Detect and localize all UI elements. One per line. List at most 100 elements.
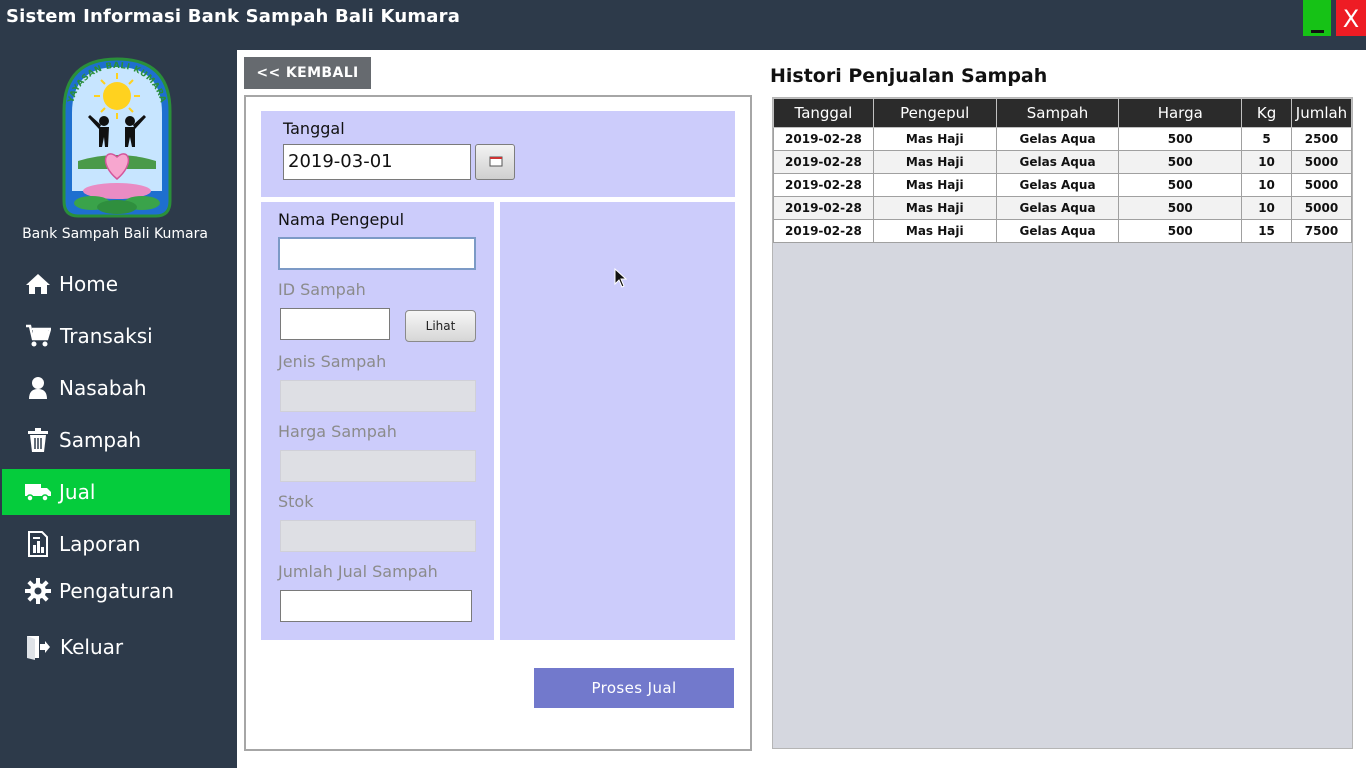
sidebar-item-sampah[interactable]: Sampah [2, 417, 230, 463]
stok-label: Stok [278, 492, 314, 511]
sale-form: Tanggal 2019-03-01 Nama Pengepul ID Samp… [244, 95, 752, 751]
table-row[interactable]: 2019-02-28 Mas Haji Gelas Aqua 500 10 50… [773, 173, 1353, 197]
table-row[interactable]: 2019-02-28 Mas Haji Gelas Aqua 500 15 75… [773, 219, 1353, 243]
user-icon [24, 374, 52, 402]
jumlah-jual-label: Jumlah Jual Sampah [278, 562, 438, 581]
sidebar-item-label: Pengaturan [59, 579, 174, 603]
sidebar: YAYASAN BALI KUMARA Bank Sampah Bali Kum… [2, 36, 230, 768]
cell: Gelas Aqua [995, 127, 1120, 151]
table-row[interactable]: 2019-02-28 Mas Haji Gelas Aqua 500 10 50… [773, 150, 1353, 174]
exit-icon [24, 633, 52, 661]
jumlah-jual-input[interactable] [280, 590, 472, 622]
sidebar-item-label: Keluar [60, 635, 124, 659]
cell: 2019-02-28 [773, 196, 874, 220]
id-sampah-input[interactable] [280, 308, 390, 340]
cell: 2019-02-28 [773, 127, 874, 151]
back-button[interactable]: << KEMBALI [244, 57, 371, 89]
calendar-icon [489, 156, 503, 167]
col-header[interactable]: Pengepul [872, 98, 997, 128]
cell: 10 [1241, 150, 1292, 174]
cell: Gelas Aqua [995, 219, 1120, 243]
id-sampah-label: ID Sampah [278, 280, 366, 299]
sidebar-item-label: Home [59, 272, 119, 296]
jenis-sampah-field [280, 380, 476, 412]
cell: Mas Haji [872, 196, 997, 220]
cell: 10 [1241, 196, 1292, 220]
nama-pengepul-input[interactable] [278, 237, 476, 270]
table-row[interactable]: 2019-02-28 Mas Haji Gelas Aqua 500 10 50… [773, 196, 1353, 220]
minimize-icon [1311, 30, 1324, 33]
sidebar-item-label: Laporan [59, 532, 141, 556]
sidebar-item-label: Nasabah [59, 376, 147, 400]
cell: 5000 [1290, 150, 1353, 174]
cell: 500 [1118, 196, 1243, 220]
date-panel: Tanggal 2019-03-01 [261, 111, 735, 197]
logo: YAYASAN BALI KUMARA [58, 51, 176, 219]
cell: 500 [1118, 127, 1243, 151]
cell: 2019-02-28 [773, 219, 874, 243]
cell: 500 [1118, 173, 1243, 197]
col-header[interactable]: Jumlah [1290, 98, 1353, 128]
trash-icon [24, 426, 52, 454]
cell: Mas Haji [872, 150, 997, 174]
sidebar-item-laporan[interactable]: Laporan [2, 521, 230, 567]
input-panel: Nama Pengepul ID Sampah Lihat Jenis Samp… [261, 202, 494, 640]
brand-name: Bank Sampah Bali Kumara [22, 226, 208, 242]
close-button[interactable]: X [1336, 0, 1366, 36]
sidebar-item-jual[interactable]: Jual [2, 469, 230, 515]
cell: 2500 [1290, 127, 1353, 151]
harga-sampah-field [280, 450, 476, 482]
cell: Mas Haji [872, 219, 997, 243]
calendar-button[interactable] [475, 144, 515, 180]
col-header[interactable]: Kg [1241, 98, 1292, 128]
sidebar-item-pengaturan[interactable]: Pengaturan [2, 568, 230, 614]
table-row[interactable]: 2019-02-28 Mas Haji Gelas Aqua 500 5 250… [773, 127, 1353, 151]
cell: 5000 [1290, 173, 1353, 197]
cell: Mas Haji [872, 173, 997, 197]
cell: Gelas Aqua [995, 196, 1120, 220]
history-grid: Tanggal Pengepul Sampah Harga Kg Jumlah … [773, 98, 1353, 243]
gear-icon [24, 577, 52, 605]
cell: Mas Haji [872, 127, 997, 151]
main-panel: << KEMBALI Tanggal 2019-03-01 Nama Penge… [237, 50, 1366, 768]
harga-sampah-label: Harga Sampah [278, 422, 397, 441]
app-title: Sistem Informasi Bank Sampah Bali Kumara [6, 6, 461, 27]
cell: 2019-02-28 [773, 150, 874, 174]
cell: 5 [1241, 127, 1292, 151]
cell: Gelas Aqua [995, 173, 1120, 197]
home-icon [24, 270, 52, 298]
tanggal-label: Tanggal [283, 119, 345, 138]
cell: 500 [1118, 219, 1243, 243]
jenis-sampah-label: Jenis Sampah [278, 352, 387, 371]
cell: 7500 [1290, 219, 1353, 243]
title-bar: Sistem Informasi Bank Sampah Bali Kumara… [0, 0, 1366, 36]
report-icon [24, 530, 52, 558]
sidebar-item-home[interactable]: Home [2, 261, 230, 307]
tanggal-value: 2019-03-01 [288, 151, 393, 172]
cell: 500 [1118, 150, 1243, 174]
sidebar-item-keluar[interactable]: Keluar [2, 624, 230, 670]
cart-icon [24, 322, 52, 350]
nama-pengepul-label: Nama Pengepul [278, 210, 405, 229]
stok-field [280, 520, 476, 552]
cell: 10 [1241, 173, 1292, 197]
col-header[interactable]: Tanggal [773, 98, 874, 128]
tanggal-input[interactable]: 2019-03-01 [283, 144, 471, 180]
mouse-cursor-icon [614, 267, 628, 288]
proses-jual-button[interactable]: Proses Jual [534, 668, 734, 708]
col-header[interactable]: Harga [1118, 98, 1243, 128]
minimize-button[interactable] [1303, 0, 1331, 36]
sidebar-item-nasabah[interactable]: Nasabah [2, 365, 230, 411]
sidebar-item-label: Transaksi [60, 324, 153, 348]
sidebar-item-label: Jual [59, 480, 96, 504]
cell: Gelas Aqua [995, 150, 1120, 174]
history-title: Histori Penjualan Sampah [770, 65, 1048, 87]
cell: 2019-02-28 [773, 173, 874, 197]
sidebar-item-transaksi[interactable]: Transaksi [2, 313, 230, 359]
lihat-button[interactable]: Lihat [405, 310, 476, 342]
truck-icon [24, 478, 52, 506]
cell: 15 [1241, 219, 1292, 243]
history-table: Tanggal Pengepul Sampah Harga Kg Jumlah … [772, 97, 1353, 749]
cell: 5000 [1290, 196, 1353, 220]
col-header[interactable]: Sampah [995, 98, 1120, 128]
